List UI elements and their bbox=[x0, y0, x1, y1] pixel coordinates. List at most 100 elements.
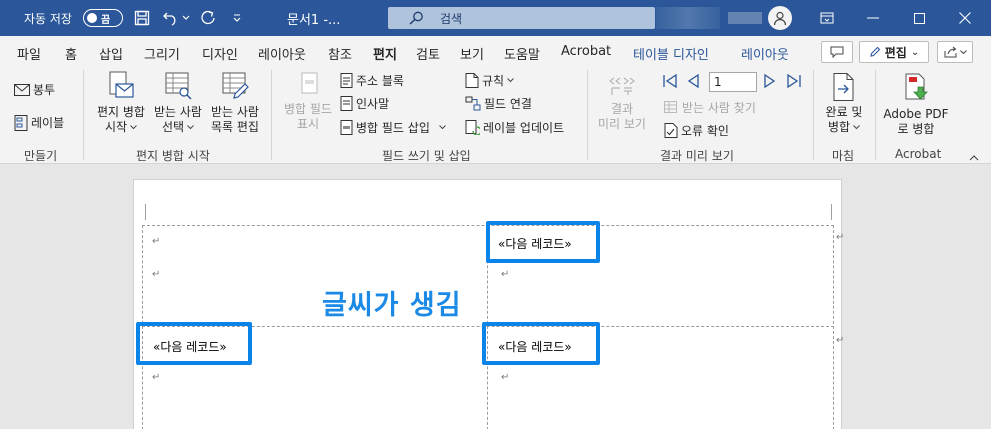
tab-view[interactable]: 보기 bbox=[460, 44, 484, 63]
group-label-preview: 결과 미리 보기 bbox=[660, 149, 734, 163]
rules-button[interactable]: 규칙 bbox=[465, 72, 514, 89]
autosave-toggle[interactable]: 끔 bbox=[83, 0, 123, 36]
group-separator bbox=[587, 70, 588, 160]
insert-merge-field-label: 병합 필드 삽입 bbox=[356, 121, 430, 135]
chevron-down-icon bbox=[187, 125, 194, 130]
greeting-line-button[interactable]: 인사말 bbox=[340, 95, 389, 112]
highlight-box bbox=[482, 322, 600, 365]
adobe-pdf-icon bbox=[905, 73, 928, 100]
select-recipients-button[interactable]: 받는 사람 선택 bbox=[150, 71, 206, 135]
greeting-line-label: 인사말 bbox=[356, 97, 390, 111]
editing-mode-button[interactable]: 편집 ⌄ bbox=[859, 41, 929, 63]
save-icon[interactable] bbox=[131, 0, 153, 36]
merge-to-pdf-label-1: Adobe PDF bbox=[883, 107, 949, 121]
tab-references[interactable]: 참조 bbox=[328, 44, 352, 63]
start-mail-merge-label-1: 편지 병합 bbox=[97, 105, 145, 119]
chevron-down-icon bbox=[130, 125, 137, 130]
tab-home[interactable]: 홈 bbox=[65, 44, 77, 63]
rules-label: 규칙 bbox=[482, 74, 505, 88]
update-labels-button[interactable]: 레이블 업데이트 bbox=[465, 119, 564, 136]
first-record-icon[interactable] bbox=[662, 73, 678, 92]
start-mail-merge-button[interactable]: 편지 병합 시작 bbox=[93, 71, 149, 135]
tab-insert[interactable]: 삽입 bbox=[99, 44, 123, 63]
preview-results-button[interactable]: 결과 미리 보기 bbox=[594, 74, 650, 132]
table-gridline bbox=[833, 225, 834, 429]
find-recipient-button[interactable]: 받는 사람 찾기 bbox=[664, 99, 756, 116]
find-recipient-label: 받는 사람 찾기 bbox=[682, 101, 756, 115]
greeting-line-icon bbox=[340, 96, 353, 111]
paragraph-mark: ↵ bbox=[501, 269, 510, 280]
merge-to-pdf-button[interactable]: Adobe PDF 로 병합 bbox=[880, 73, 952, 137]
envelope-icon bbox=[14, 83, 30, 96]
next-record-icon[interactable] bbox=[763, 73, 777, 92]
search-box[interactable]: 검색 bbox=[388, 7, 655, 29]
document-title: 문서1 -... bbox=[287, 12, 341, 28]
paragraph-mark: ↵ bbox=[152, 372, 161, 383]
envelopes-button[interactable]: 봉투 bbox=[14, 81, 55, 98]
tab-draw[interactable]: 그리기 bbox=[144, 44, 180, 63]
match-fields-label: 필드 연결 bbox=[484, 97, 532, 111]
chevron-down-icon: ⌄ bbox=[910, 46, 920, 58]
edit-recipient-list-label-2: 목록 편집 bbox=[211, 120, 259, 134]
chevron-down-icon bbox=[853, 125, 860, 130]
tab-file[interactable]: 파일 bbox=[17, 44, 41, 63]
group-label-write-insert: 필드 쓰기 및 삽입 bbox=[382, 149, 471, 163]
group-separator bbox=[813, 70, 814, 160]
previous-record-icon[interactable] bbox=[686, 73, 700, 92]
tab-layout[interactable]: 레이아웃 bbox=[258, 44, 306, 63]
tab-design[interactable]: 디자인 bbox=[202, 44, 238, 63]
group-label-acrobat: Acrobat bbox=[895, 147, 942, 161]
preview-results-icon bbox=[609, 77, 635, 95]
document-area[interactable]: ↵ ↵ ↵ ↵ ↵ ↵ ↵ «다음 레코드» «다음 레코드» «다음 레코드»… bbox=[0, 164, 991, 429]
share-button[interactable] bbox=[937, 41, 973, 63]
avatar[interactable] bbox=[768, 6, 792, 30]
address-block-button[interactable]: 주소 블록 bbox=[340, 72, 404, 89]
annotation-text: 글씨가 생김 bbox=[322, 290, 462, 321]
group-label-start-merge: 편지 병합 시작 bbox=[136, 149, 210, 163]
edit-recipient-list-label-1: 받는 사람 bbox=[211, 105, 259, 119]
title-bar: 자동 저장 끔 문서1 -... 검색 bbox=[0, 0, 991, 36]
ribbon-display-icon[interactable] bbox=[804, 0, 850, 36]
group-label-finish: 마침 bbox=[832, 149, 855, 163]
chevron-down-icon bbox=[959, 49, 967, 54]
customize-qat-icon[interactable] bbox=[232, 0, 242, 36]
minimize-icon[interactable] bbox=[850, 0, 896, 36]
search-icon bbox=[409, 11, 423, 25]
tab-table-design[interactable]: 테이블 디자인 bbox=[633, 44, 709, 63]
last-record-icon[interactable] bbox=[786, 73, 802, 92]
highlight-merge-fields-label-1: 병합 필드 bbox=[284, 102, 332, 116]
ribbon: 봉투 레이블 만들기 편지 병합 시작 받는 사람 선택 받는 사람 목록 편집… bbox=[0, 66, 991, 164]
ribbon-tabs: 파일 홈 삽입 그리기 디자인 레이아웃 참조 편지 검토 보기 도움말 Acr… bbox=[0, 36, 991, 69]
check-errors-button[interactable]: 오류 확인 bbox=[664, 122, 729, 139]
highlight-fields-icon bbox=[299, 72, 321, 100]
redo-icon[interactable] bbox=[197, 0, 219, 36]
tab-help[interactable]: 도움말 bbox=[504, 44, 540, 63]
finish-merge-button[interactable]: 완료 및 병합 bbox=[818, 73, 870, 135]
margin-corner-mark bbox=[831, 204, 832, 220]
close-icon[interactable] bbox=[942, 0, 988, 36]
tab-acrobat[interactable]: Acrobat bbox=[561, 44, 611, 59]
select-recipients-icon bbox=[165, 72, 192, 100]
document-page[interactable]: ↵ ↵ ↵ ↵ ↵ ↵ ↵ «다음 레코드» «다음 레코드» «다음 레코드»… bbox=[133, 179, 845, 429]
labels-button[interactable]: 레이블 bbox=[14, 114, 64, 131]
tab-review[interactable]: 검토 bbox=[416, 44, 440, 63]
maximize-icon[interactable] bbox=[896, 0, 942, 36]
tab-mailings[interactable]: 편지 bbox=[373, 44, 397, 69]
share-icon bbox=[944, 46, 956, 58]
tab-table-layout[interactable]: 레이아웃 bbox=[741, 44, 789, 63]
check-errors-label: 오류 확인 bbox=[681, 124, 729, 138]
end-of-row-mark: ↵ bbox=[836, 335, 845, 346]
highlight-box bbox=[486, 221, 600, 263]
undo-icon[interactable] bbox=[160, 0, 182, 36]
highlight-merge-fields-button[interactable]: 병합 필드 표시 bbox=[279, 102, 337, 132]
editing-mode-label: 편집 bbox=[884, 45, 907, 60]
select-recipients-label-1: 받는 사람 bbox=[154, 105, 202, 119]
insert-merge-field-button[interactable]: 병합 필드 삽입 bbox=[340, 119, 446, 136]
comments-button[interactable] bbox=[821, 41, 853, 63]
merge-to-pdf-label-2: 로 병합 bbox=[897, 122, 935, 136]
record-number-input[interactable]: 1 bbox=[709, 72, 757, 92]
undo-dropdown-icon[interactable] bbox=[182, 0, 190, 36]
match-fields-button[interactable]: 필드 연결 bbox=[465, 95, 532, 112]
collapse-ribbon-icon[interactable] bbox=[969, 150, 979, 164]
edit-recipient-list-button[interactable]: 받는 사람 목록 편집 bbox=[206, 71, 264, 135]
